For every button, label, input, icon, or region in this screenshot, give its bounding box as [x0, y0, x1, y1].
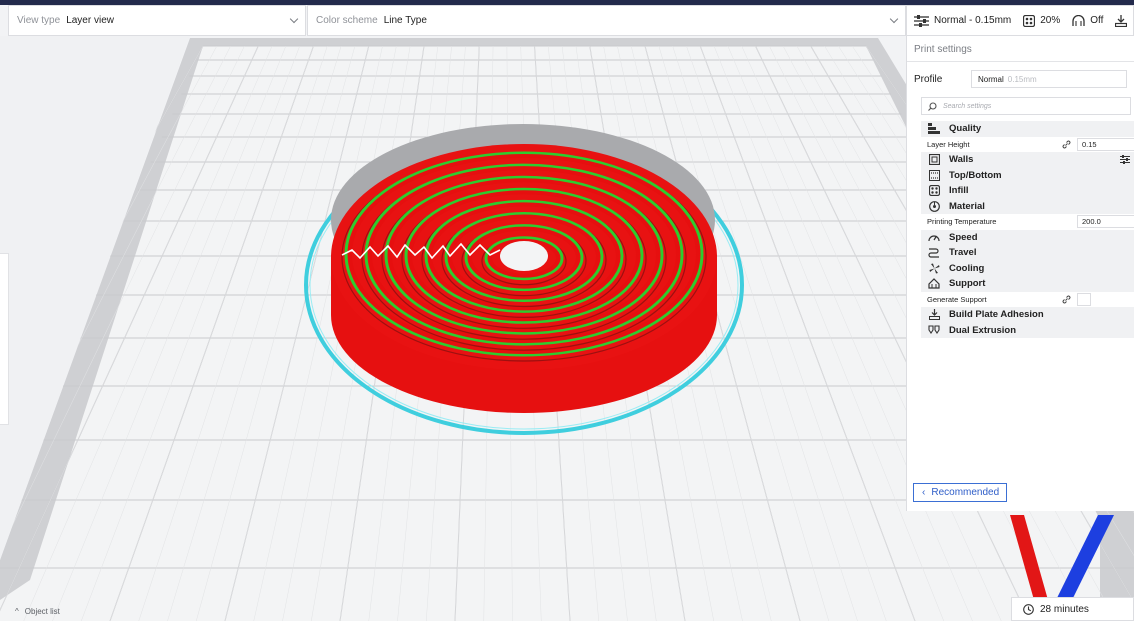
- category-label: Travel: [949, 247, 977, 259]
- category-travel[interactable]: Travel: [921, 245, 1134, 261]
- setting-label: Layer Height: [927, 139, 970, 149]
- printing-temperature-field[interactable]: 200.0: [1077, 215, 1134, 228]
- material-icon: [928, 200, 940, 212]
- category-dual-extrusion[interactable]: Dual Extrusion: [921, 322, 1134, 338]
- profile-value: Normal: [978, 74, 1004, 84]
- category-build-plate-adhesion[interactable]: Build Plate Adhesion: [921, 307, 1134, 323]
- adhesion-icon: [1115, 14, 1128, 27]
- category-support[interactable]: Support: [921, 276, 1134, 292]
- print-setup-selector[interactable]: Normal - 0.15mm 20% Off: [906, 5, 1134, 36]
- view-type-dropdown[interactable]: View type Layer view: [8, 5, 306, 36]
- sliders-icon[interactable]: [1120, 155, 1130, 164]
- setting-label: Generate Support: [927, 294, 987, 304]
- profile-summary-text: Normal - 0.15mm: [934, 15, 1012, 26]
- top-toolbar: View type Layer view Color scheme Line T…: [0, 5, 1134, 36]
- travel-icon: [928, 248, 939, 258]
- recommended-button[interactable]: ‹ Recommended: [913, 483, 1007, 502]
- color-scheme-dropdown[interactable]: Color scheme Line Type: [307, 5, 906, 36]
- chevron-down-icon: [289, 14, 299, 24]
- setting-label: Printing Temperature: [927, 217, 997, 227]
- print-settings-panel: Print settings Profile Normal 0.15mm Sea…: [906, 36, 1134, 511]
- search-settings-input[interactable]: Search settings: [921, 97, 1131, 115]
- adhesion-icon: [928, 309, 940, 321]
- support-summary-text: Off: [1090, 15, 1104, 26]
- infill-icon: [1023, 14, 1036, 27]
- category-material[interactable]: Material: [921, 198, 1134, 214]
- profile-label: Profile: [914, 73, 943, 85]
- object-tools-strip[interactable]: [0, 253, 9, 425]
- category-label: Top/Bottom: [949, 169, 1002, 181]
- category-walls[interactable]: Walls: [921, 152, 1134, 168]
- category-quality[interactable]: Quality: [921, 121, 1134, 137]
- layer-height-field[interactable]: 0.15: [1077, 137, 1134, 151]
- adhesion-summary: [1115, 14, 1132, 27]
- category-label: Dual Extrusion: [949, 324, 1017, 336]
- sliders-icon: [914, 14, 929, 27]
- category-label: Cooling: [949, 262, 985, 274]
- color-scheme-value: Line Type: [383, 15, 427, 26]
- support-icon: [1072, 14, 1085, 26]
- view-type-value: Layer view: [66, 15, 114, 26]
- category-label: Build Plate Adhesion: [949, 309, 1044, 321]
- support-summary: Off: [1072, 14, 1104, 27]
- category-label: Material: [949, 200, 985, 212]
- category-label: Support: [949, 278, 986, 290]
- category-top-bottom[interactable]: Top/Bottom: [921, 167, 1134, 183]
- category-cooling[interactable]: Cooling: [921, 260, 1134, 276]
- chevron-down-icon: [889, 14, 899, 24]
- profile-row: Profile Normal 0.15mm: [907, 66, 1134, 92]
- clock-icon: [1023, 603, 1034, 615]
- category-label: Speed: [949, 231, 978, 243]
- infill-summary: 20%: [1023, 14, 1061, 27]
- profile-summary: Normal - 0.15mm: [914, 14, 1012, 27]
- search-placeholder: Search settings: [943, 102, 992, 110]
- category-label: Walls: [949, 154, 974, 166]
- search-icon: [928, 101, 937, 111]
- quality-icon: [928, 123, 940, 135]
- recommended-label: Recommended: [931, 487, 1000, 498]
- chevron-left-icon: ‹: [922, 487, 926, 498]
- object-list-label: Object list: [24, 607, 60, 616]
- center-hole: [500, 241, 548, 271]
- settings-list: Quality Layer Height 0.15 Walls Top/Bott…: [921, 121, 1134, 338]
- setting-generate-support: Generate Support: [921, 291, 1134, 307]
- category-infill[interactable]: Infill: [921, 183, 1134, 199]
- setting-printing-temperature: Printing Temperature 200.0: [921, 214, 1134, 230]
- speed-icon: [928, 235, 940, 242]
- profile-dropdown[interactable]: Normal 0.15mm: [971, 70, 1127, 88]
- link-icon[interactable]: [1062, 140, 1071, 149]
- print-time-estimate[interactable]: 28 minutes: [1011, 597, 1134, 621]
- dual-extrusion-icon: [928, 325, 940, 334]
- link-icon[interactable]: [1062, 295, 1071, 304]
- color-scheme-label: Color scheme: [316, 15, 378, 26]
- chevron-up-icon: ^: [15, 607, 19, 616]
- support-icon: [928, 278, 940, 289]
- view-type-label: View type: [17, 15, 61, 26]
- setting-layer-height: Layer Height 0.15: [921, 136, 1134, 152]
- category-label: Infill: [949, 185, 969, 197]
- profile-sub-value: 0.15mm: [1007, 74, 1037, 84]
- infill-icon: [928, 185, 940, 197]
- top-bottom-icon: [928, 169, 940, 181]
- infill-summary-text: 20%: [1040, 15, 1061, 26]
- category-speed[interactable]: Speed: [921, 229, 1134, 245]
- walls-icon: [928, 154, 940, 166]
- category-label: Quality: [949, 123, 982, 135]
- generate-support-checkbox[interactable]: [1077, 292, 1091, 306]
- print-time-text: 28 minutes: [1040, 603, 1089, 615]
- cooling-icon: [929, 263, 939, 274]
- object-list-toggle[interactable]: ^ Object list: [15, 607, 60, 616]
- panel-title: Print settings: [907, 36, 1134, 62]
